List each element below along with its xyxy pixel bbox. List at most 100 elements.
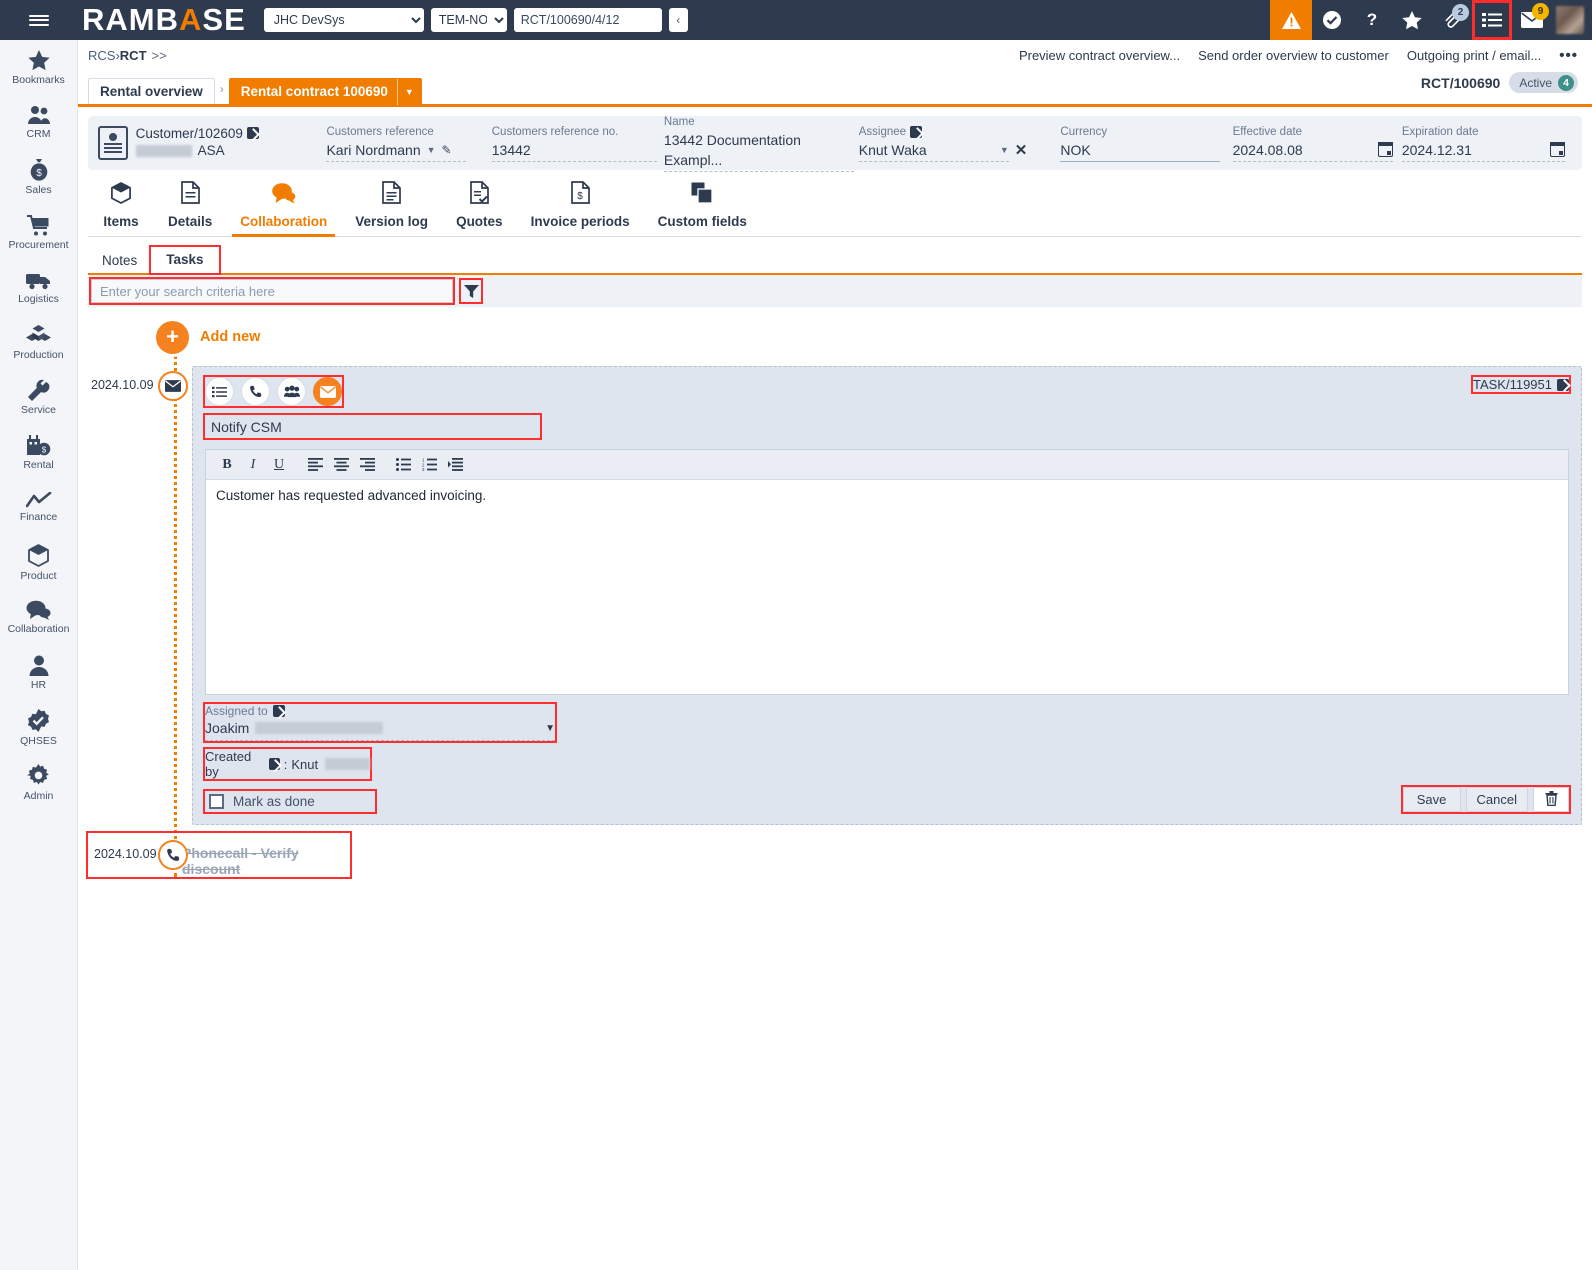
bold-icon[interactable]: B	[214, 452, 240, 478]
avatar[interactable]	[1556, 6, 1584, 34]
task-done-text[interactable]: Phonecall - Verify discount	[182, 845, 350, 877]
star-icon[interactable]	[1392, 0, 1432, 40]
assigned-to-value-wrap[interactable]: Joakim ▼	[205, 718, 555, 741]
effective-date-value-wrap[interactable]: 2024.08.08	[1233, 140, 1393, 162]
messages-envelope-icon[interactable]: 9	[1512, 0, 1552, 40]
cancel-button[interactable]: Cancel	[1466, 787, 1528, 812]
sidebar-item-production[interactable]: Production	[0, 315, 77, 370]
sidebar-item-collaboration[interactable]: Collaboration	[0, 590, 77, 645]
task-entry-done[interactable]: 2024.10.09 Phonecall - Verify discount	[88, 833, 350, 877]
external-link-icon[interactable]	[1557, 379, 1569, 391]
calendar-icon[interactable]	[1378, 142, 1393, 157]
field-value-wrap[interactable]: Kari Nordmann ▼ ✎	[326, 140, 466, 162]
external-link-icon[interactable]	[273, 705, 285, 717]
name-value[interactable]: 13442 Documentation Exampl...	[664, 130, 854, 172]
check-badge-icon[interactable]	[1312, 0, 1352, 40]
task-id-text: TASK/119951	[1473, 377, 1552, 392]
tab-collaboration[interactable]: Collaboration	[226, 182, 341, 236]
document-check-icon	[470, 181, 489, 209]
sub-tab-notes[interactable]: Notes	[88, 249, 151, 273]
chat-bubble-icon	[271, 182, 296, 209]
assigned-to-label: Assigned to	[205, 704, 268, 718]
edit-pencil-icon[interactable]: ✎	[442, 140, 452, 160]
mark-as-done-checkbox[interactable]	[209, 794, 224, 809]
customers-reference-no-value[interactable]: 13442	[492, 140, 657, 162]
tab-items[interactable]: Items	[88, 182, 154, 236]
clear-assignee-icon[interactable]: ✕	[1015, 141, 1028, 161]
sidebar-item-service[interactable]: Service	[0, 370, 77, 425]
help-icon[interactable]: ?	[1352, 0, 1392, 40]
send-order-overview-link[interactable]: Send order overview to customer	[1198, 48, 1389, 63]
type-list-icon[interactable]	[205, 377, 234, 406]
align-right-icon[interactable]	[354, 452, 380, 478]
sidebar-item-qhses[interactable]: QHSES	[0, 700, 77, 755]
task-subject-input[interactable]: Notify CSM	[205, 415, 540, 438]
external-link-icon[interactable]	[910, 126, 922, 138]
external-link-icon[interactable]	[247, 127, 259, 139]
customer-id-link[interactable]: Customer/102609	[136, 126, 243, 141]
language-select[interactable]: TEM-NO	[431, 8, 507, 32]
add-new-button[interactable]: +	[156, 321, 189, 354]
more-actions-icon[interactable]: •••	[1559, 47, 1578, 64]
currency-value[interactable]: NOK	[1060, 140, 1220, 162]
sidebar-item-crm[interactable]: CRM	[0, 95, 77, 150]
sidebar-item-bookmarks[interactable]: Bookmarks	[0, 40, 77, 95]
sidebar-item-admin[interactable]: Admin	[0, 755, 77, 810]
expiration-date-field: Expiration date 2024.12.31	[1402, 121, 1574, 165]
sidebar-item-finance[interactable]: Finance	[0, 480, 77, 535]
sidebar-item-hr[interactable]: HR	[0, 645, 77, 700]
italic-icon[interactable]: I	[240, 452, 266, 478]
search-input[interactable]	[91, 279, 453, 303]
sidebar-item-sales[interactable]: $ Sales	[0, 150, 77, 205]
tab-rental-overview[interactable]: Rental overview	[88, 78, 215, 104]
company-select[interactable]: JHC DevSys	[264, 8, 424, 32]
calendar-icon[interactable]	[1550, 142, 1565, 157]
tasks-list-icon[interactable]	[1472, 0, 1512, 40]
underline-icon[interactable]: U	[266, 452, 292, 478]
breadcrumb-current[interactable]: RCT	[120, 48, 147, 63]
bullet-list-icon[interactable]	[390, 452, 416, 478]
type-phone-icon[interactable]	[241, 377, 270, 406]
chevron-down-icon[interactable]: ▼	[427, 140, 436, 160]
sidebar-item-procurement[interactable]: Procurement	[0, 205, 77, 260]
sidebar-item-product[interactable]: Product	[0, 535, 77, 590]
align-left-icon[interactable]	[302, 452, 328, 478]
breadcrumb-root[interactable]: RCS	[88, 48, 115, 63]
sub-tab-tasks[interactable]: Tasks	[151, 247, 218, 273]
tab-details[interactable]: Details	[154, 181, 226, 236]
align-center-icon[interactable]	[328, 452, 354, 478]
save-button[interactable]: Save	[1403, 787, 1461, 812]
tab-custom-fields[interactable]: Custom fields	[644, 182, 761, 236]
outgoing-print-email-link[interactable]: Outgoing print / email...	[1407, 48, 1541, 63]
chevron-down-icon[interactable]: ▼	[1000, 140, 1009, 160]
mark-as-done-row[interactable]: Mark as done	[205, 791, 375, 812]
task-body-text[interactable]: Customer has requested advanced invoicin…	[206, 480, 1568, 694]
paperclip-icon[interactable]: 2	[1432, 0, 1472, 40]
tab-rental-contract[interactable]: Rental contract 100690 ▼	[229, 78, 422, 104]
document-search-input[interactable]	[514, 8, 662, 32]
sidebar-item-rental[interactable]: $ Rental	[0, 425, 77, 480]
task-id-link[interactable]: TASK/119951	[1473, 377, 1569, 392]
chevron-down-icon[interactable]: ▼	[545, 723, 555, 734]
previous-document-button[interactable]: ‹	[669, 8, 688, 32]
tab-label: Quotes	[456, 214, 503, 229]
warning-icon[interactable]	[1270, 0, 1312, 40]
tab-quotes[interactable]: Quotes	[442, 181, 517, 236]
tab-version-log[interactable]: Version log	[341, 181, 442, 236]
assignee-value-wrap[interactable]: Knut Waka ▼ ✕	[859, 140, 1061, 162]
chevron-down-icon[interactable]: ▼	[397, 79, 421, 105]
external-link-icon[interactable]	[269, 758, 280, 770]
redacted-creator-surname	[325, 758, 370, 770]
delete-button[interactable]	[1533, 787, 1569, 812]
hamburger-icon[interactable]	[0, 0, 78, 40]
add-new-label[interactable]: Add new	[200, 329, 260, 345]
filter-icon[interactable]	[461, 280, 481, 302]
type-group-icon[interactable]	[277, 377, 306, 406]
indent-icon[interactable]	[442, 452, 468, 478]
tab-invoice-periods[interactable]: $ Invoice periods	[517, 181, 644, 236]
sidebar-item-logistics[interactable]: Logistics	[0, 260, 77, 315]
numbered-list-icon[interactable]: 123	[416, 452, 442, 478]
expiration-date-value-wrap[interactable]: 2024.12.31	[1402, 140, 1565, 162]
type-envelope-icon[interactable]	[313, 377, 342, 406]
preview-contract-overview-link[interactable]: Preview contract overview...	[1019, 48, 1180, 63]
